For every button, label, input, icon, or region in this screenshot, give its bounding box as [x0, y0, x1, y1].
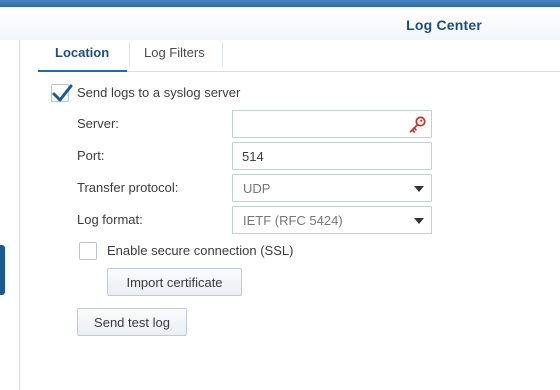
transfer-protocol-value: UDP	[243, 181, 271, 196]
port-field[interactable]	[232, 142, 432, 170]
log-format-select[interactable]: IETF (RFC 5424)	[232, 206, 432, 234]
log-format-value: IETF (RFC 5424)	[243, 213, 343, 228]
ssl-checkbox[interactable]	[79, 242, 97, 260]
send-test-log-button[interactable]: Send test log	[77, 308, 187, 336]
server-input[interactable]	[233, 111, 403, 137]
chevron-down-icon[interactable]	[414, 186, 424, 192]
app-title: Log Center	[406, 17, 482, 33]
tab-log-filters[interactable]: Log Filters	[144, 40, 205, 71]
tab-separator	[129, 42, 130, 66]
port-label: Port:	[77, 148, 105, 163]
left-divider	[19, 40, 20, 390]
log-format-label: Log format:	[77, 212, 143, 227]
tab-separator	[222, 42, 223, 66]
server-field[interactable]	[232, 110, 432, 138]
chevron-down-icon[interactable]	[414, 218, 424, 224]
sidebar-handle[interactable]	[0, 245, 5, 295]
key-icon[interactable]	[406, 114, 428, 136]
server-label: Server:	[77, 116, 119, 131]
transfer-protocol-select[interactable]: UDP	[232, 174, 432, 202]
send-syslog-label: Send logs to a syslog server	[77, 85, 241, 100]
import-certificate-button[interactable]: Import certificate	[107, 268, 242, 296]
tab-bar: Location Log Filters	[37, 40, 560, 72]
transfer-protocol-label: Transfer protocol:	[77, 180, 179, 195]
checkmark-icon	[52, 84, 73, 102]
title-bar: Log Center	[0, 7, 560, 40]
ssl-label: Enable secure connection (SSL)	[107, 243, 294, 258]
port-input[interactable]	[233, 143, 403, 169]
tab-location[interactable]: Location	[37, 40, 128, 72]
send-syslog-checkbox[interactable]	[51, 84, 73, 102]
window-top-bar	[0, 0, 560, 7]
